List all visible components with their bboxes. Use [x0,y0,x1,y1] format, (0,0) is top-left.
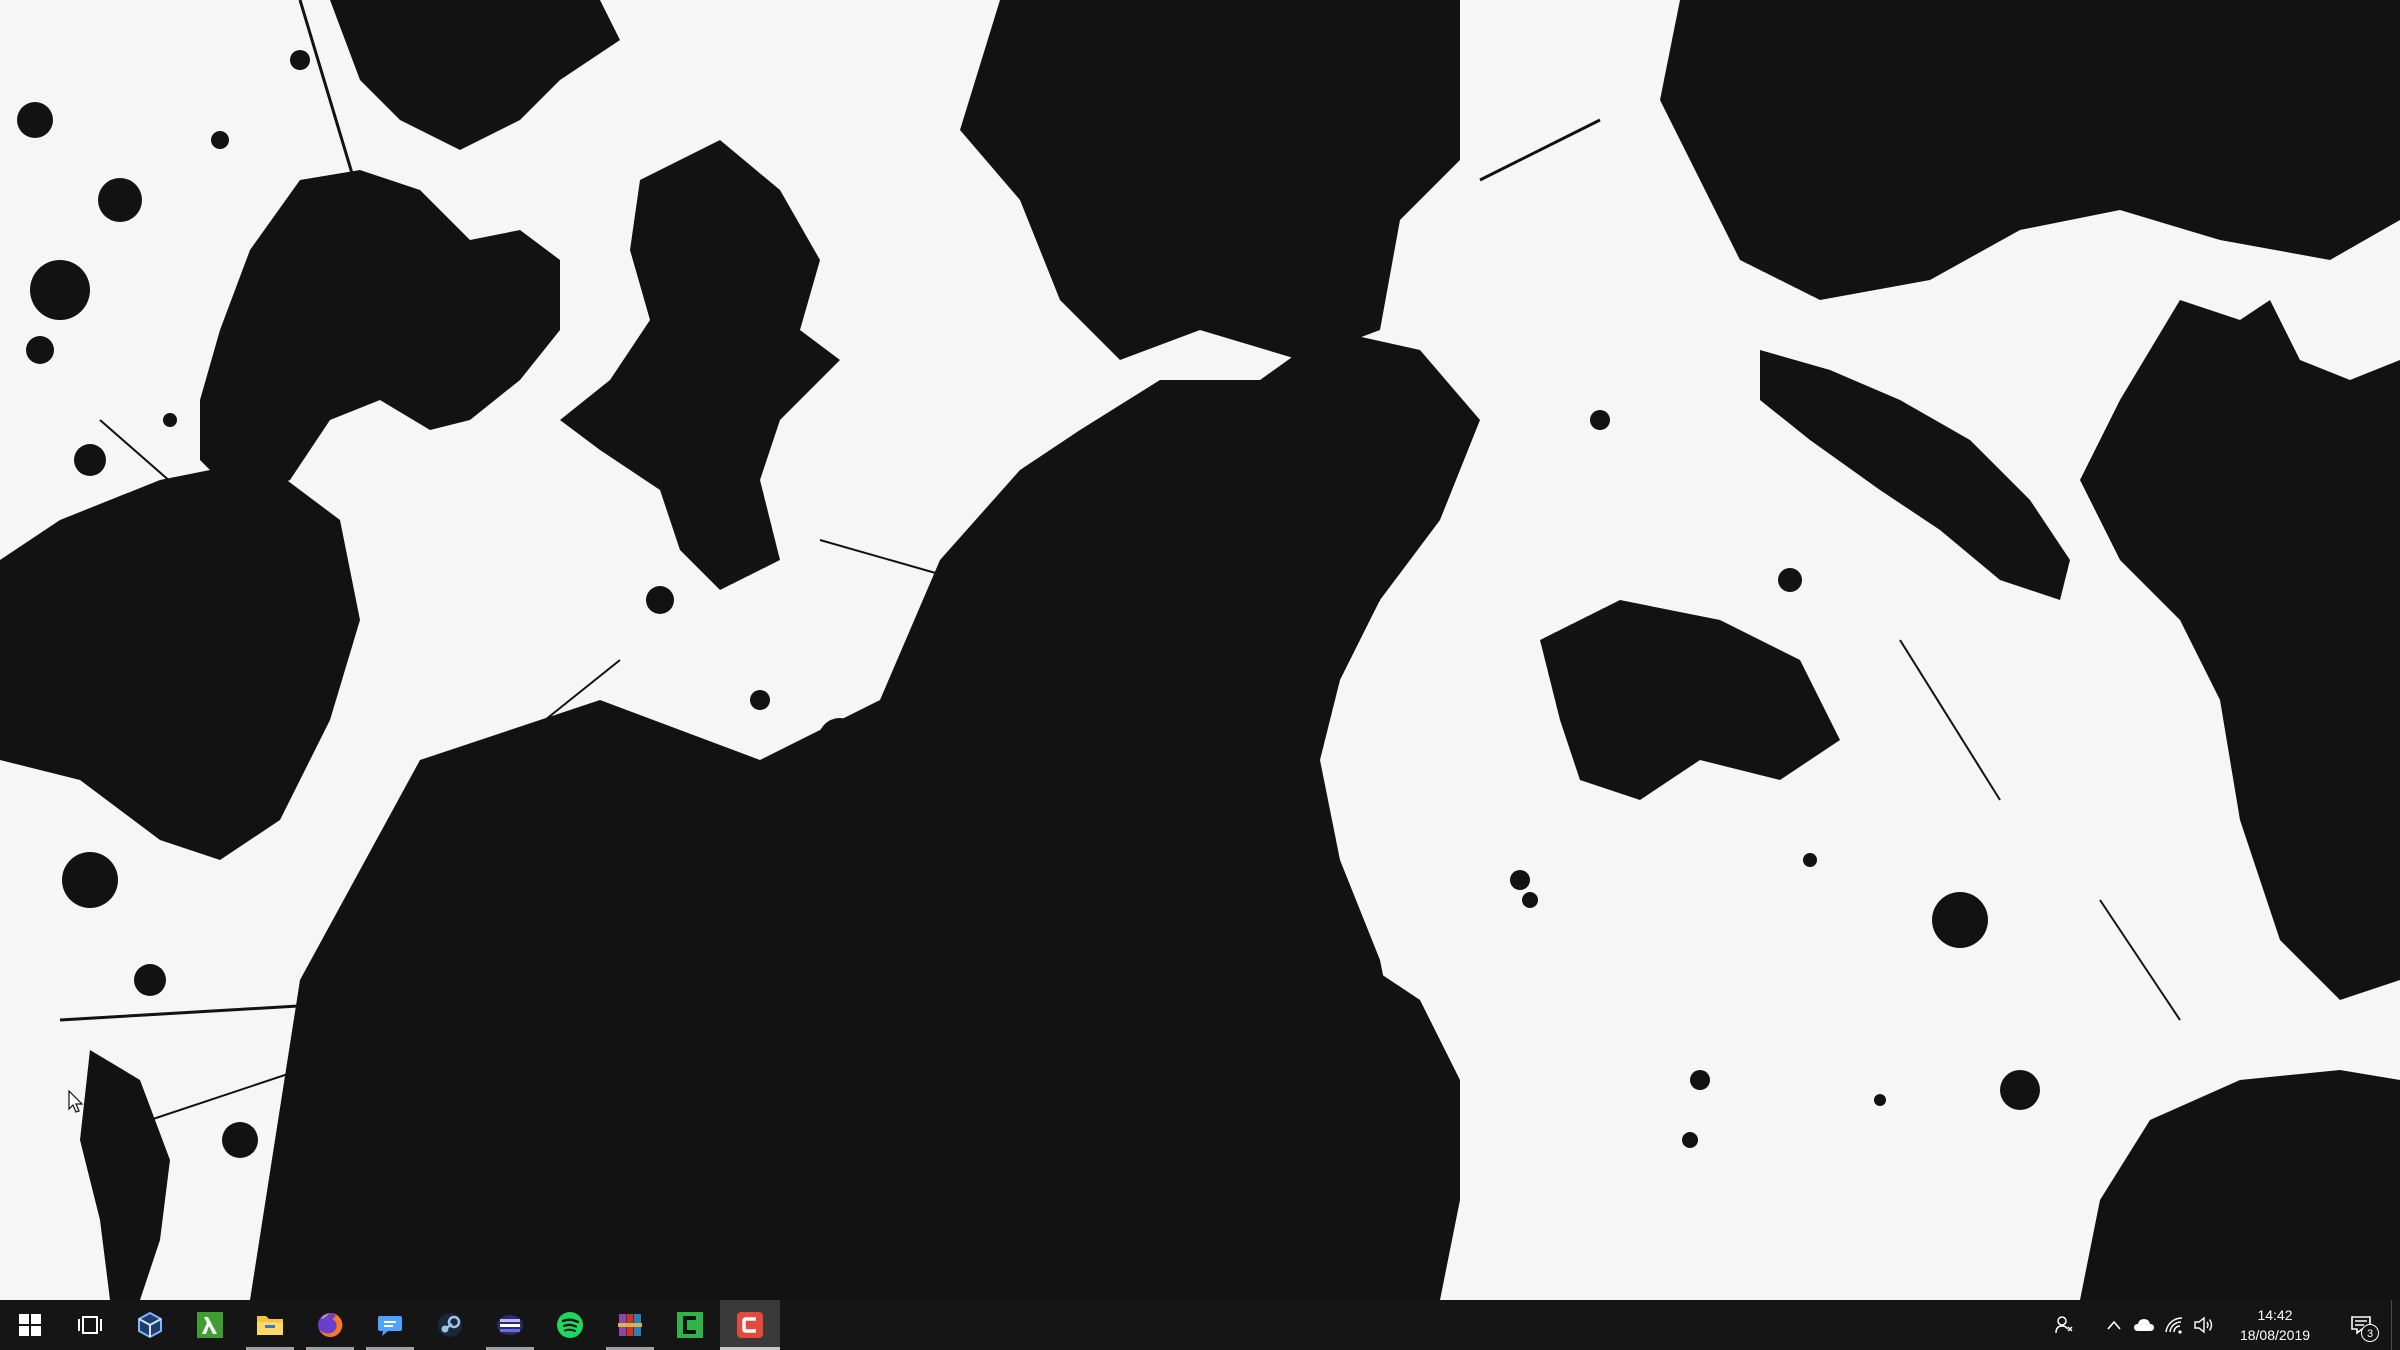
show-desktop-button[interactable] [2391,1300,2400,1350]
firefox-icon [318,1312,343,1337]
recorder-button[interactable] [720,1300,780,1350]
volume-button[interactable] [2189,1300,2219,1350]
3d-viewer-button[interactable] [120,1300,180,1350]
winrar-button[interactable] [600,1300,660,1350]
system-tray: 14:42 18/08/2019 3 [2049,1300,2400,1350]
wifi-icon [2165,1317,2183,1334]
notification-count-badge: 3 [2361,1324,2379,1342]
onedrive-button[interactable] [2129,1300,2159,1350]
desktop[interactable] [0,0,2400,1300]
file-explorer-button[interactable] [240,1300,300,1350]
camtasia-button[interactable] [660,1300,720,1350]
spotify-icon [557,1312,583,1338]
action-center-button[interactable]: 3 [2331,1300,2391,1350]
taskbar: 14:42 18/08/2019 3 [0,1300,2400,1350]
steam-button[interactable] [420,1300,480,1350]
red-c-icon [737,1312,763,1338]
stacked-bars-icon [497,1315,523,1335]
task-view-icon [78,1316,102,1334]
mouse-cursor-icon [68,1090,84,1113]
lambda-icon [197,1312,223,1338]
wallpaper-ink-splatter [0,0,2400,1300]
folder-icon [257,1316,283,1335]
cube-icon [138,1311,162,1339]
start-button[interactable] [0,1300,60,1350]
chat-bubble-icon [378,1316,402,1336]
clock[interactable]: 14:42 18/08/2019 [2219,1300,2331,1350]
clock-time: 14:42 [2257,1307,2293,1323]
windows-logo-icon [19,1314,41,1336]
show-hidden-icons-button[interactable] [2099,1300,2129,1350]
firefox-button[interactable] [300,1300,360,1350]
steam-icon [438,1313,462,1337]
task-view-button[interactable] [60,1300,120,1350]
chevron-up-icon [2107,1320,2121,1330]
cloud-icon [2134,1319,2154,1331]
spotify-button[interactable] [540,1300,600,1350]
archive-books-icon [618,1314,642,1336]
speaker-icon [2194,1316,2213,1334]
clock-date: 18/08/2019 [2239,1327,2311,1343]
lambda-app-button[interactable] [180,1300,240,1350]
stacked-app-button[interactable] [480,1300,540,1350]
people-button[interactable] [2049,1300,2079,1350]
network-button[interactable] [2159,1300,2189,1350]
people-icon [2055,1316,2073,1334]
green-c-icon [677,1312,703,1338]
chat-app-button[interactable] [360,1300,420,1350]
